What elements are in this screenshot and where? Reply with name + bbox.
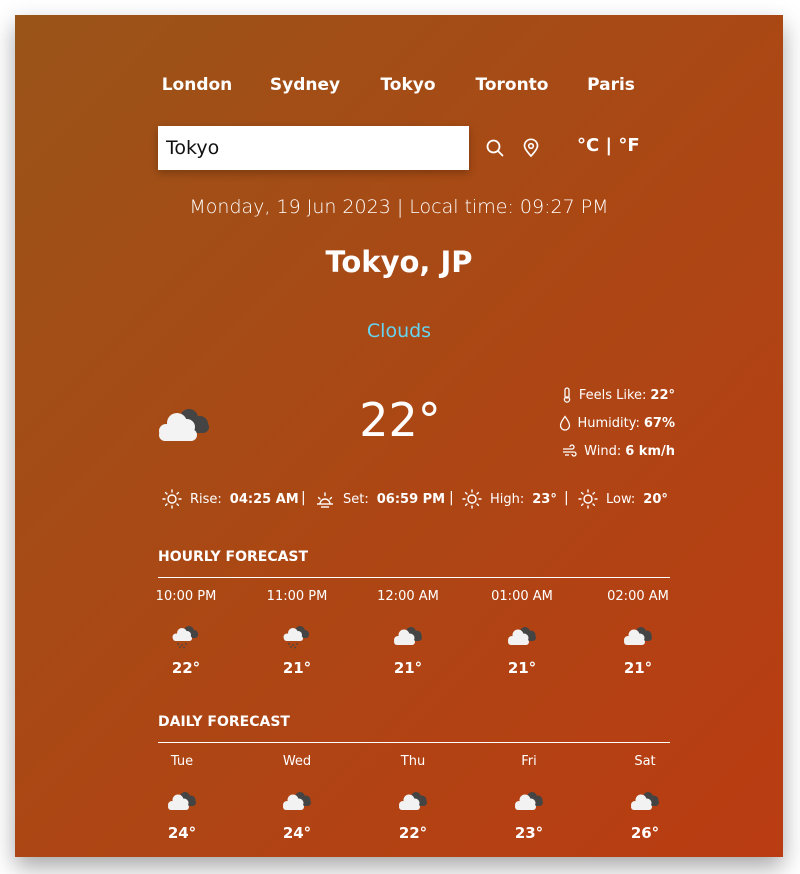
sun-icon (162, 489, 182, 509)
search-icon[interactable] (485, 138, 505, 158)
forecast-temp: 21° (393, 659, 423, 677)
light-rain-icon (169, 623, 203, 649)
fahrenheit-button[interactable]: °F (618, 135, 639, 156)
forecast-item: 02:00 AM 21° (598, 589, 678, 677)
low-temp-item: Low: 20° (578, 487, 668, 511)
light-rain-icon (280, 623, 314, 649)
weather-card: London Sydney Tokyo Toronto Paris °C | °… (15, 15, 783, 857)
wind-value: 6 km/h (625, 443, 675, 459)
forecast-day: Wed (282, 754, 312, 769)
sunrise-label: Rise: (190, 491, 222, 507)
high-temp-item: High: 23° (462, 487, 557, 511)
forecast-temp: 23° (514, 824, 544, 842)
divider (158, 742, 670, 743)
forecast-day: Sat (634, 754, 656, 769)
unit-separator: | (605, 135, 613, 156)
humidity-value: 67% (643, 415, 675, 431)
forecast-temp: 26° (630, 824, 660, 842)
forecast-item: 01:00 AM 21° (482, 589, 562, 677)
city-link-london[interactable]: London (162, 75, 233, 95)
hourly-forecast-row: 10:00 PM 22° 11:00 PM 21° 12:00 AM 21° 0… (156, 589, 670, 699)
thermometer-icon (563, 387, 571, 403)
clouds-icon (505, 623, 539, 649)
forecast-time: 11:00 PM (266, 589, 328, 604)
forecast-temp: 24° (282, 824, 312, 842)
forecast-day: Fri (521, 754, 537, 769)
forecast-temp: 24° (167, 824, 197, 842)
humidity-row: Humidity: 67% (559, 413, 675, 433)
hourly-forecast-title: HOURLY FORECAST (158, 549, 309, 565)
city-link-sydney[interactable]: Sydney (270, 75, 340, 95)
divider (158, 577, 670, 578)
forecast-item: Thu 22° (373, 754, 453, 842)
location-pin-icon[interactable] (521, 138, 541, 158)
forecast-time: 01:00 AM (491, 589, 553, 604)
forecast-item: Tue 24° (142, 754, 222, 842)
clouds-icon (621, 623, 655, 649)
city-shortcuts: London Sydney Tokyo Toronto Paris (15, 75, 783, 101)
sun-temp-row: Rise: 04:25 AM | Set: 06:59 PM | High: 2… (158, 487, 670, 511)
forecast-item: 11:00 PM 21° (257, 589, 337, 677)
feels-like-value: 22° (650, 387, 675, 403)
sunset-value: 06:59 PM (376, 491, 446, 507)
clouds-icon (512, 788, 546, 814)
feels-like-label: Feels Like: (578, 387, 647, 403)
sunset-icon (317, 492, 333, 508)
forecast-item: Fri 23° (489, 754, 569, 842)
clouds-icon (280, 788, 314, 814)
clouds-icon (396, 788, 430, 814)
city-link-toronto[interactable]: Toronto (476, 75, 549, 95)
forecast-temp: 22° (171, 659, 201, 677)
forecast-time: 02:00 AM (607, 589, 669, 604)
forecast-day: Thu (400, 754, 426, 769)
forecast-item: 12:00 AM 21° (368, 589, 448, 677)
location-title: Tokyo, JP (325, 245, 473, 279)
forecast-item: Sat 26° (605, 754, 685, 842)
high-temp-label: High: (490, 491, 525, 507)
weather-condition: Clouds (366, 320, 432, 342)
forecast-time: 12:00 AM (377, 589, 439, 604)
forecast-item: Wed 24° (257, 754, 337, 842)
wind-row: Wind: 6 km/h (562, 441, 675, 461)
humidity-label: Humidity: (577, 415, 640, 431)
current-temperature: 22° (359, 393, 441, 447)
sunset-label: Set: (343, 491, 369, 507)
forecast-item: 10:00 PM 22° (146, 589, 226, 677)
sunset-item: Set: 06:59 PM (315, 487, 445, 511)
clouds-icon (165, 788, 199, 814)
forecast-temp: 21° (282, 659, 312, 677)
sunrise-item: Rise: 04:25 AM (162, 487, 299, 511)
forecast-temp: 21° (623, 659, 653, 677)
feels-like-row: Feels Like: 22° (561, 385, 675, 405)
low-temp-label: Low: (606, 491, 636, 507)
clouds-icon (153, 401, 217, 449)
separator: | (301, 490, 306, 506)
clouds-icon (628, 788, 662, 814)
city-link-tokyo[interactable]: Tokyo (380, 75, 435, 95)
wind-label: Wind: (584, 443, 622, 459)
separator: | (449, 490, 454, 506)
daily-forecast-row: Tue 24° Wed 24° Thu 22° Fri 23° Sat 26° (158, 754, 670, 864)
sun-icon (462, 489, 482, 509)
forecast-day: Tue (170, 754, 194, 769)
separator: | (564, 490, 569, 506)
sunrise-value: 04:25 AM (229, 491, 299, 507)
forecast-temp: 21° (507, 659, 537, 677)
low-temp-value: 20° (643, 491, 668, 507)
droplet-icon (560, 415, 571, 431)
clouds-icon (391, 623, 425, 649)
search-row: °C | °F (158, 126, 670, 170)
forecast-temp: 22° (398, 824, 428, 842)
celsius-button[interactable]: °C (577, 135, 599, 156)
sun-icon (578, 489, 598, 509)
search-input[interactable] (158, 126, 469, 170)
unit-toggle: °C | °F (577, 135, 640, 156)
forecast-time: 10:00 PM (155, 589, 217, 604)
city-link-paris[interactable]: Paris (587, 75, 635, 95)
wind-icon (563, 444, 577, 457)
local-datetime: Monday, 19 Jun 2023 | Local time: 09:27 … (189, 196, 609, 218)
daily-forecast-title: DAILY FORECAST (158, 714, 290, 730)
high-temp-value: 23° (532, 491, 557, 507)
